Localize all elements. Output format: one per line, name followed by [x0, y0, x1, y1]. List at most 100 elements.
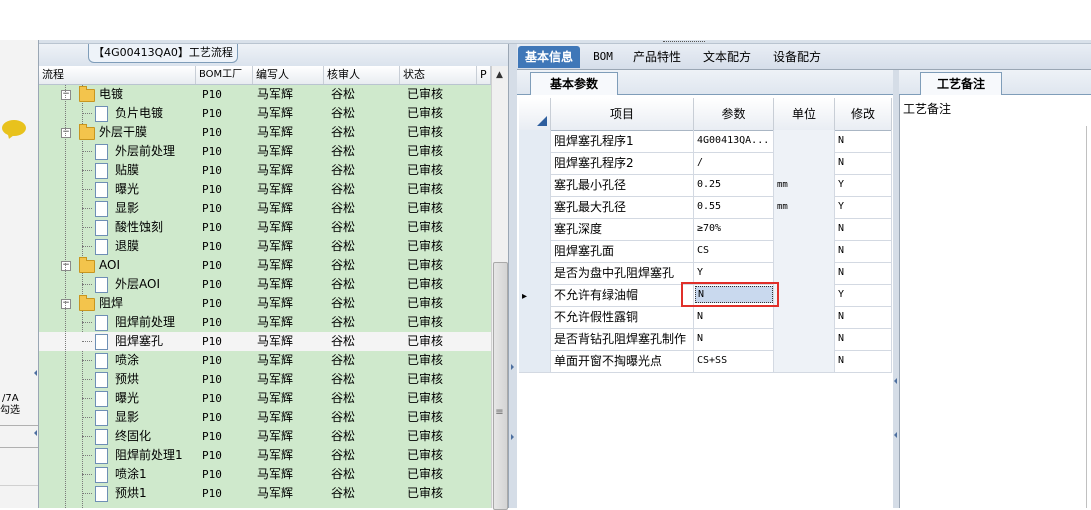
param-cell[interactable]: N: [694, 328, 774, 350]
col-header-item[interactable]: 项目: [551, 98, 694, 130]
row-indicator[interactable]: [519, 174, 551, 196]
param-cell[interactable]: CS+SS: [694, 350, 774, 372]
folder-icon: [79, 86, 95, 102]
tree-row[interactable]: 贴膜 P10 马军辉 谷松 已审核: [39, 161, 491, 180]
modify-cell[interactable]: N: [835, 262, 892, 284]
params-row[interactable]: 阻焊塞孔程序2/ N: [519, 152, 892, 175]
params-row[interactable]: 不允许假性露铜 N N: [519, 306, 892, 329]
notes-textarea[interactable]: [1086, 126, 1091, 508]
collapse-toggle-icon[interactable]: −: [61, 261, 71, 271]
col-header-writer[interactable]: 编写人: [253, 66, 324, 84]
tree-row[interactable]: 曝光 P10 马军辉 谷松 已审核: [39, 180, 491, 199]
row-indicator[interactable]: [519, 218, 551, 240]
params-row[interactable]: 塞孔深度 ≥70% N: [519, 218, 892, 241]
modify-cell[interactable]: Y: [835, 284, 892, 306]
col-header-unit[interactable]: 单位: [774, 98, 835, 130]
param-edit-input[interactable]: N: [695, 286, 773, 303]
modify-cell[interactable]: N: [835, 350, 892, 372]
row-indicator[interactable]: ▸: [519, 284, 551, 306]
tree-row[interactable]: 显影 P10 马军辉 谷松 已审核: [39, 199, 491, 218]
tab-text-recipe[interactable]: 文本配方: [698, 46, 756, 68]
tree-row[interactable]: 终固化 P10 马军辉 谷松 已审核: [39, 427, 491, 446]
param-cell[interactable]: /: [694, 152, 774, 174]
collapse-toggle-icon[interactable]: −: [61, 128, 71, 138]
param-cell[interactable]: 4G00413QA...: [694, 130, 774, 152]
tab-equipment-recipe[interactable]: 设备配方: [768, 46, 826, 68]
modify-cell[interactable]: N: [835, 130, 892, 152]
tree-row[interactable]: 阻焊前处理 P10 马军辉 谷松 已审核: [39, 313, 491, 332]
row-indicator[interactable]: [519, 240, 551, 262]
modify-cell[interactable]: N: [835, 240, 892, 262]
param-cell[interactable]: CS: [694, 240, 774, 262]
modify-cell[interactable]: Y: [835, 196, 892, 218]
tree-row[interactable]: 阻焊塞孔 P10 马军辉 谷松 已审核: [39, 332, 491, 351]
tree-row[interactable]: 外层AOI P10 马军辉 谷松 已审核: [39, 275, 491, 294]
subtab-basic-params[interactable]: 基本参数: [530, 72, 618, 95]
row-indicator[interactable]: [519, 350, 551, 372]
tree-row[interactable]: 酸性蚀刻 P10 马军辉 谷松 已审核: [39, 218, 491, 237]
tree-node-label: 喷涂: [115, 353, 140, 367]
comment-icon[interactable]: [2, 120, 26, 136]
tab-process-notes[interactable]: 工艺备注: [920, 72, 1002, 95]
param-cell[interactable]: 0.55: [694, 196, 774, 218]
modify-cell[interactable]: N: [835, 306, 892, 328]
collapse-arrow-icon[interactable]: [894, 432, 897, 438]
tab-bom[interactable]: BOM: [587, 46, 619, 68]
tree-row[interactable]: 显影 P10 马军辉 谷松 已审核: [39, 408, 491, 427]
tree-row[interactable]: 曝光 P10 马军辉 谷松 已审核: [39, 389, 491, 408]
expand-arrow-icon[interactable]: [511, 434, 514, 440]
tree-row[interactable]: − 阻焊 P10 马军辉 谷松 已审核: [39, 294, 491, 313]
modify-cell[interactable]: N: [835, 218, 892, 240]
left-strip-text-2[interactable]: 勾选: [0, 405, 20, 417]
collapse-toggle-icon[interactable]: −: [61, 90, 71, 100]
tree-row[interactable]: − 电镀 P10 马军辉 谷松 已审核: [39, 85, 491, 104]
tree-row[interactable]: 喷涂 P10 马军辉 谷松 已审核: [39, 351, 491, 370]
collapse-arrow-icon[interactable]: [34, 430, 37, 436]
tab-basic-info[interactable]: 基本信息: [518, 46, 580, 68]
tree-row[interactable]: − AOI P10 马军辉 谷松 已审核: [39, 256, 491, 275]
tree-row[interactable]: 喷涂1 P10 马军辉 谷松 已审核: [39, 465, 491, 484]
collapse-arrow-icon[interactable]: [34, 370, 37, 376]
col-header-p[interactable]: P: [477, 66, 491, 84]
param-cell[interactable]: Y: [694, 262, 774, 284]
modify-cell[interactable]: N: [835, 152, 892, 174]
modify-cell[interactable]: N: [835, 328, 892, 350]
expand-arrow-icon[interactable]: [511, 364, 514, 370]
row-indicator[interactable]: [519, 152, 551, 174]
tree-row[interactable]: 预烘 P10 马军辉 谷松 已审核: [39, 370, 491, 389]
row-indicator[interactable]: [519, 306, 551, 328]
tree-row[interactable]: 退膜 P10 马军辉 谷松 已审核: [39, 237, 491, 256]
col-header-process[interactable]: 流程: [39, 66, 196, 84]
row-indicator[interactable]: [519, 262, 551, 284]
param-cell[interactable]: N: [694, 306, 774, 328]
tree-row[interactable]: − 外层干膜 P10 马军辉 谷松 已审核: [39, 123, 491, 142]
col-header-param[interactable]: 参数: [694, 98, 774, 130]
tree-row[interactable]: 预烘1 P10 马军辉 谷松 已审核: [39, 484, 491, 503]
col-header-modify[interactable]: 修改: [835, 98, 892, 130]
col-header-reviewer[interactable]: 核审人: [324, 66, 400, 84]
param-cell[interactable]: ≥70%: [694, 218, 774, 240]
row-indicator[interactable]: [519, 130, 551, 152]
scroll-up-icon[interactable]: ▲: [492, 68, 507, 82]
modify-cell[interactable]: Y: [835, 174, 892, 196]
tab-product-features[interactable]: 产品特性: [628, 46, 686, 68]
col-header-status[interactable]: 状态: [400, 66, 477, 84]
tree-row[interactable]: 阻焊前处理1 P10 马军辉 谷松 已审核: [39, 446, 491, 465]
scroll-thumb[interactable]: [493, 262, 508, 510]
row-indicator[interactable]: [519, 196, 551, 218]
params-row[interactable]: 是否背钻孔阻焊塞孔制作 N N: [519, 328, 892, 351]
tree-row[interactable]: 负片电镀 P10 马军辉 谷松 已审核: [39, 104, 491, 123]
params-row[interactable]: 塞孔最大孔径 0.55 mm Y: [519, 196, 892, 219]
collapse-toggle-icon[interactable]: −: [61, 299, 71, 309]
tree-row[interactable]: 外层前处理 P10 马军辉 谷松 已审核: [39, 142, 491, 161]
params-row[interactable]: 单面开窗不掏曝光点 CS+SS N: [519, 350, 892, 373]
row-indicator[interactable]: [519, 328, 551, 350]
status-cell: 已审核: [407, 296, 444, 310]
grid-corner[interactable]: [519, 98, 551, 130]
params-row[interactable]: 塞孔最小孔径 0.25 mm Y: [519, 174, 892, 197]
param-cell[interactable]: 0.25: [694, 174, 774, 196]
params-row[interactable]: 阻焊塞孔面 CS N: [519, 240, 892, 263]
col-header-bom[interactable]: BOM工厂: [196, 66, 253, 84]
params-row[interactable]: 阻焊塞孔程序1 4G00413QA... N: [519, 130, 892, 153]
collapse-arrow-icon[interactable]: [894, 378, 897, 384]
